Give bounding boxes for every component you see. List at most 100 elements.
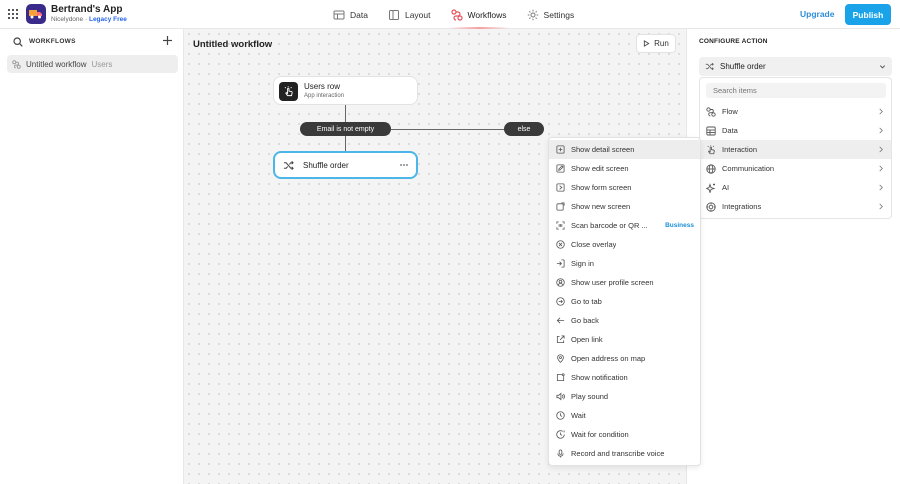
menu-item-close-overlay[interactable]: Close overlay [549, 235, 700, 254]
org-name: Nicelydone [51, 16, 84, 23]
nav-layout[interactable]: Layout [388, 0, 431, 29]
nav-data-label: Data [350, 9, 368, 20]
menu-item-open-address-on-map[interactable]: Open address on map [549, 349, 700, 368]
pencil-icon [556, 164, 565, 173]
nav-settings[interactable]: Settings [527, 0, 575, 29]
menu-item-show-form-screen[interactable]: Show form screen [549, 178, 700, 197]
workflows-icon [450, 8, 463, 21]
trigger-icon-box [279, 82, 298, 101]
add-workflow-icon[interactable] [162, 35, 173, 46]
menu-item-label: Scan barcode or QR ... [571, 221, 648, 230]
menu-item-label: Show edit screen [571, 164, 629, 173]
main-nav: Data Layout Workflows Settings [333, 0, 594, 29]
menu-item-label: Open address on map [571, 354, 646, 363]
close-circle-icon [556, 240, 565, 249]
condition-pill[interactable]: Email is not empty [300, 122, 391, 136]
clock-icon [556, 411, 565, 420]
publish-button[interactable]: Publish [845, 4, 891, 25]
action-select-value: Shuffle order [720, 62, 766, 71]
separator: · [84, 16, 88, 23]
app-logo[interactable] [26, 4, 46, 24]
menu-item-open-link[interactable]: Open link [549, 330, 700, 349]
notification-icon [556, 373, 565, 382]
menu-item-show-edit-screen[interactable]: Show edit screen [549, 159, 700, 178]
menu-item-label: Wait [571, 411, 586, 420]
category-data-label: Data [722, 126, 738, 135]
layout-icon [388, 9, 400, 21]
microphone-icon [556, 449, 565, 458]
speaker-icon [556, 392, 565, 401]
else-pill[interactable]: else [504, 122, 544, 136]
workflow-list-item[interactable]: Untitled workflow Users [7, 55, 178, 73]
category-flow-label: Flow [722, 107, 738, 116]
business-badge: Business [665, 222, 694, 229]
arrow-circle-icon [556, 297, 565, 306]
menu-item-sign-in[interactable]: Sign in [549, 254, 700, 273]
app-subtitle: Nicelydone · Legacy Free [51, 16, 127, 23]
table-icon [706, 126, 716, 136]
app-name: Bertrand's App [51, 4, 123, 15]
menu-item-label: Play sound [571, 392, 609, 401]
category-communication[interactable]: Communication [700, 159, 891, 178]
menu-item-label: Show form screen [571, 183, 632, 192]
category-flow[interactable]: Flow [700, 102, 891, 121]
menu-item-wait[interactable]: Wait [549, 406, 700, 425]
nav-layout-label: Layout [404, 9, 431, 20]
upgrade-button[interactable]: Upgrade [800, 9, 834, 19]
menu-item-wait-for-condition[interactable]: Wait for condition [549, 425, 700, 444]
menu-item-label: Go back [571, 316, 599, 325]
menu-item-go-back[interactable]: Go back [549, 311, 700, 330]
nav-settings-label: Settings [543, 9, 575, 20]
nav-data[interactable]: Data [333, 0, 368, 29]
interaction-submenu: Show detail screen Show edit screen Show… [548, 137, 701, 466]
detail-screen-icon [556, 145, 565, 154]
category-interaction[interactable]: Interaction [700, 140, 891, 159]
menu-item-show-new-screen[interactable]: Show new screen [549, 197, 700, 216]
menu-item-label: Wait for condition [571, 430, 629, 439]
run-button[interactable]: Run [636, 34, 676, 53]
menu-item-label: Show detail screen [571, 145, 635, 154]
chevron-right-icon [878, 108, 884, 115]
menu-item-label: Sign in [571, 259, 594, 268]
search-items-input[interactable] [706, 83, 886, 98]
workflow-table: Users [91, 59, 113, 69]
chevron-right-icon [878, 165, 884, 172]
menu-item-scan-barcode[interactable]: Scan barcode or QR ... Business [549, 216, 700, 235]
gear-icon [527, 9, 539, 21]
menu-item-record-voice[interactable]: Record and transcribe voice [549, 444, 700, 463]
menu-item-label: Show new screen [571, 202, 631, 211]
category-integrations[interactable]: Integrations [700, 197, 891, 216]
menu-item-play-sound[interactable]: Play sound [549, 387, 700, 406]
map-pin-icon [556, 354, 565, 363]
action-select[interactable]: Shuffle order [699, 57, 892, 76]
chevron-right-icon [878, 203, 884, 210]
menu-item-show-user-profile[interactable]: Show user profile screen [549, 273, 700, 292]
more-icon[interactable] [399, 160, 409, 170]
nav-workflows[interactable]: Workflows [448, 0, 509, 29]
sparkle-icon [706, 182, 716, 193]
search-icon[interactable] [13, 37, 23, 47]
menu-item-label: Open link [571, 335, 603, 344]
menu-item-go-to-tab[interactable]: Go to tab [549, 292, 700, 311]
apps-grid-icon[interactable] [8, 9, 18, 19]
workflows-sidebar: WORKFLOWS Untitled workflow Users [0, 29, 184, 484]
category-data[interactable]: Data [700, 121, 891, 140]
run-label: Run [654, 39, 669, 48]
globe-icon [706, 163, 716, 174]
tap-icon [706, 144, 716, 155]
category-interaction-label: Interaction [722, 145, 758, 154]
user-circle-icon [556, 278, 565, 287]
shuffle-icon [283, 160, 294, 171]
play-icon [643, 40, 650, 47]
truck-icon [29, 9, 43, 19]
barcode-icon [556, 221, 565, 230]
plan-link[interactable]: Legacy Free [89, 16, 127, 23]
trigger-node[interactable]: Users row App interaction [273, 76, 418, 105]
configure-title: CONFIGURE ACTION [699, 38, 768, 45]
menu-item-show-detail-screen[interactable]: Show detail screen [549, 140, 700, 159]
action-node[interactable]: Shuffle order [273, 151, 418, 179]
menu-item-show-notification[interactable]: Show notification [549, 368, 700, 387]
category-ai[interactable]: AI [700, 178, 891, 197]
chevron-down-icon [879, 63, 886, 70]
category-communication-label: Communication [722, 164, 775, 173]
